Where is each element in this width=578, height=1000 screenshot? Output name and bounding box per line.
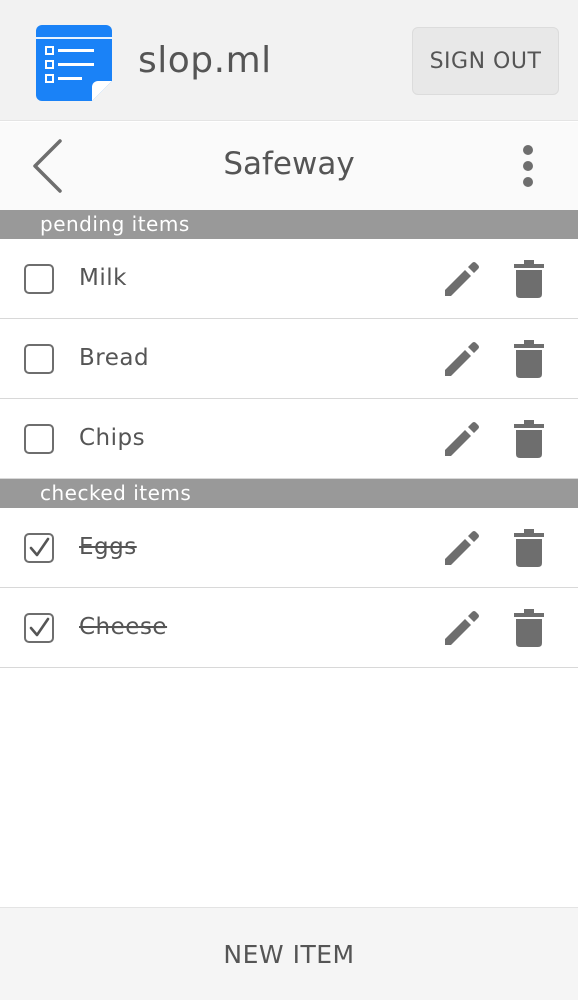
trash-icon[interactable]	[514, 420, 544, 458]
app-logo-icon	[36, 25, 112, 101]
item-checkbox[interactable]	[24, 264, 54, 294]
item-label: Bread	[79, 345, 150, 371]
list-item: Chips	[0, 399, 578, 479]
item-checkbox-checked[interactable]	[24, 613, 54, 643]
trash-icon[interactable]	[514, 260, 544, 298]
item-label: Cheese	[79, 614, 168, 640]
section-header-checked: checked items	[0, 479, 578, 508]
sign-out-button[interactable]: SIGN OUT	[412, 27, 559, 95]
list-item: Cheese	[0, 588, 578, 668]
vertical-dots-icon[interactable]	[517, 142, 539, 190]
item-label: Milk	[79, 265, 127, 291]
list-item: Eggs	[0, 508, 578, 588]
app-header: slop.ml SIGN OUT	[0, 0, 578, 121]
item-checkbox[interactable]	[24, 424, 54, 454]
pencil-icon[interactable]	[443, 340, 481, 378]
item-label: Chips	[79, 425, 146, 451]
list-title: Safeway	[223, 146, 355, 182]
item-checkbox-checked[interactable]	[24, 533, 54, 563]
trash-icon[interactable]	[514, 609, 544, 647]
list-item: Bread	[0, 319, 578, 399]
new-item-button[interactable]: NEW ITEM	[0, 907, 578, 1000]
item-label: Eggs	[79, 534, 137, 560]
checkmark-icon	[29, 617, 50, 637]
list-item: Milk	[0, 239, 578, 319]
item-checkbox[interactable]	[24, 344, 54, 374]
pencil-icon[interactable]	[443, 529, 481, 567]
trash-icon[interactable]	[514, 340, 544, 378]
trash-icon[interactable]	[514, 529, 544, 567]
app-name: slop.ml	[138, 40, 272, 81]
section-header-pending: pending items	[0, 210, 578, 239]
pencil-icon[interactable]	[443, 260, 481, 298]
checkmark-icon	[29, 537, 50, 557]
pencil-icon[interactable]	[443, 609, 481, 647]
pencil-icon[interactable]	[443, 420, 481, 458]
